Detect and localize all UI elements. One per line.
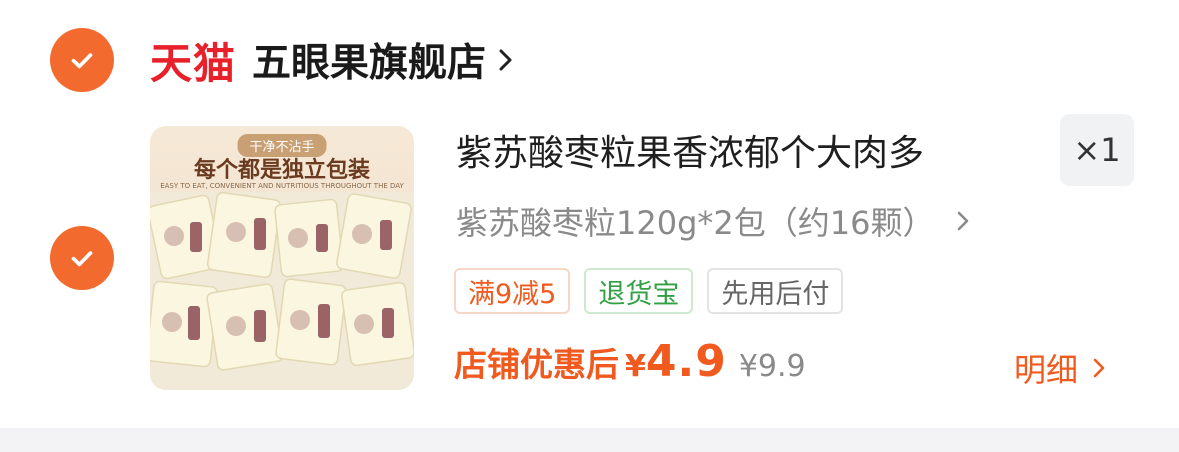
- product-thumbnail[interactable]: 干净不沾手 每个都是独立包装 EASY TO EAT, CONVENIENT A…: [150, 126, 414, 390]
- discount-tag: 满9减5: [454, 268, 571, 314]
- candy-packs-illustration: [150, 192, 414, 390]
- checkmark-icon: [71, 53, 93, 69]
- original-price: ¥9.9: [738, 349, 806, 384]
- promo-tags: 满9减5 退货宝 先用后付: [454, 268, 844, 314]
- chevron-right-icon: [499, 49, 512, 71]
- store-select-checkbox[interactable]: [50, 28, 114, 92]
- thumbnail-slogan: 每个都是独立包装: [193, 157, 370, 183]
- price-detail-link[interactable]: 明细: [1014, 344, 1106, 392]
- chevron-right-icon: [1093, 358, 1105, 378]
- thumbnail-small-text: EASY TO EAT, CONVENIENT AND NUTRITIOUS T…: [160, 182, 404, 190]
- chevron-right-icon: [958, 211, 969, 231]
- checkmark-icon: [71, 251, 93, 267]
- price-label: 店铺优惠后: [454, 345, 619, 384]
- currency-symbol: ¥: [625, 349, 646, 384]
- store-header[interactable]: 天猫 五眼果旗舰店: [150, 28, 516, 92]
- detail-label: 明细: [1014, 351, 1079, 389]
- return-insurance-tag: 退货宝: [584, 268, 694, 314]
- quantity-button[interactable]: ×1: [1060, 114, 1134, 186]
- item-select-checkbox[interactable]: [50, 226, 114, 290]
- product-spec-text: 紫苏酸枣粒120g*2包（约16颗）: [456, 204, 935, 242]
- store-name[interactable]: 五眼果旗舰店: [252, 32, 486, 88]
- product-spec-selector[interactable]: 紫苏酸枣粒120g*2包（约16颗）: [456, 198, 970, 244]
- section-divider: [0, 428, 1179, 452]
- product-title[interactable]: 紫苏酸枣粒果香浓郁个大肉多: [456, 124, 1036, 176]
- pay-later-tag: 先用后付: [707, 268, 844, 314]
- discounted-price: 4.9: [645, 336, 727, 387]
- tmall-logo: 天猫: [150, 38, 237, 88]
- price-row: 店铺优惠后 ¥ 4.9 ¥9.9: [454, 336, 806, 396]
- cart-item-card: 天猫 五眼果旗舰店 干净不沾手 每个都是独立包装 EASY TO EAT, CO…: [0, 0, 1179, 428]
